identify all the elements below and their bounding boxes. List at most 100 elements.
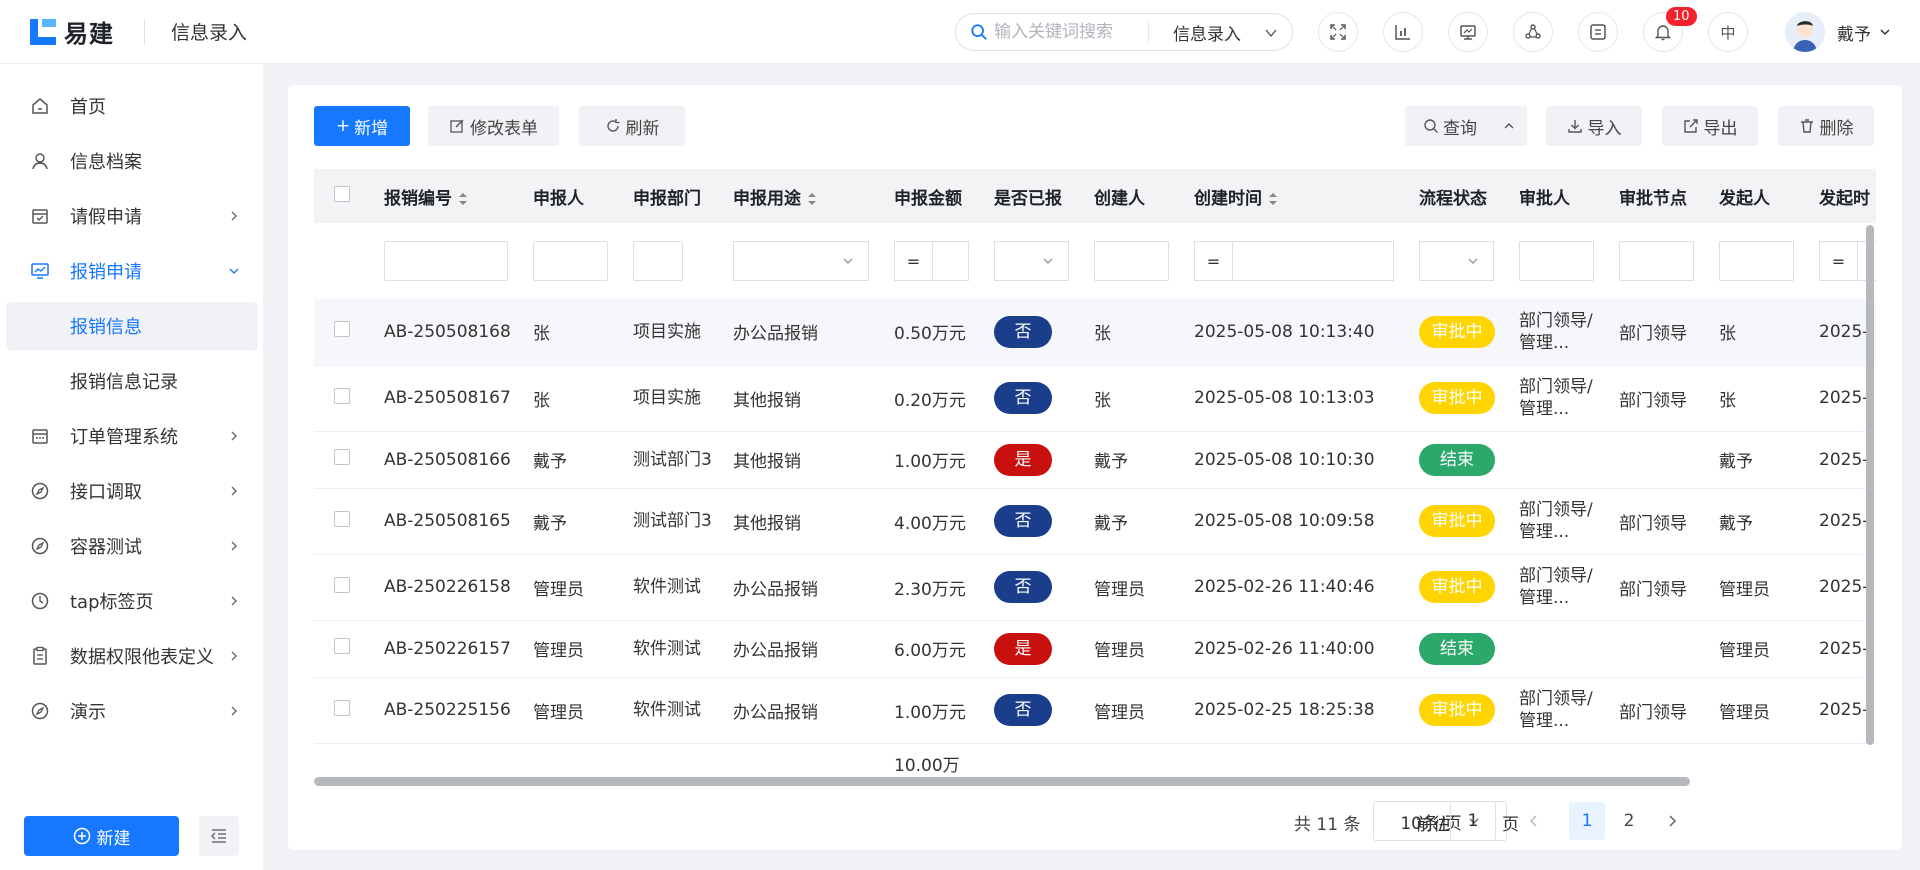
table-filter-row: = = =: [314, 223, 1876, 299]
row-checkbox[interactable]: [334, 321, 350, 338]
total-count: 共 11 条: [1294, 815, 1361, 835]
collapse-sidebar-button[interactable]: [199, 816, 239, 856]
operator-eq[interactable]: =: [1820, 242, 1858, 280]
cell-purpose-text: 其他报销: [733, 452, 801, 472]
table-row[interactable]: AB-250508168 张 项目实施 办公品报销 0.50万元 否 张 2025-05-08…: [314, 299, 1876, 365]
sidebar-new-button[interactable]: 新建: [24, 816, 179, 856]
sort-icon[interactable]: [1268, 192, 1278, 206]
user-menu[interactable]: 戴予: [1785, 12, 1891, 52]
table-row[interactable]: AB-250508165 戴予 测试部门3 其他报销 4.00万元 否 戴予 2025-05-…: [314, 488, 1876, 554]
row-select-cell: [314, 743, 374, 781]
form-list-icon[interactable]: [1578, 12, 1618, 52]
edit-form-button[interactable]: 修改表单: [428, 106, 559, 146]
filter-status-select[interactable]: [1419, 241, 1494, 281]
horizontal-scrollbar[interactable]: [314, 777, 1690, 786]
avatar: [1785, 12, 1825, 52]
monitor-icon[interactable]: [1448, 12, 1488, 52]
col-header-label: 报销编号: [384, 188, 452, 209]
filter-purpose-select[interactable]: [733, 241, 869, 281]
row-checkbox[interactable]: [334, 387, 350, 404]
filter-dept-input[interactable]: [633, 241, 683, 281]
filter-created[interactable]: =: [1194, 241, 1394, 281]
filter-initiator-input[interactable]: [1719, 241, 1794, 281]
table-row[interactable]: AB-250225156 管理员 软件测试 办公品报销 1.00万元 否 管理员 2025-0…: [314, 677, 1876, 743]
filter-applicant-input[interactable]: [533, 241, 608, 281]
select-all-checkbox[interactable]: [334, 185, 350, 202]
row-checkbox[interactable]: [334, 576, 350, 593]
operator-eq[interactable]: =: [895, 242, 933, 280]
sidebar-subitem-reimbursement-records[interactable]: 报销信息记录: [6, 357, 258, 405]
prev-page-icon[interactable]: [1528, 814, 1540, 828]
sidebar-item-api[interactable]: 接口调取: [0, 467, 263, 515]
operator-eq[interactable]: =: [1195, 242, 1233, 280]
refresh-button[interactable]: 刷新: [579, 106, 685, 146]
sidebar-item-container-test[interactable]: 容器测试: [0, 522, 263, 570]
filter-approver-input[interactable]: [1519, 241, 1594, 281]
sidebar-item-profile[interactable]: 信息档案: [0, 137, 263, 185]
status-badge: 审批中: [1419, 694, 1495, 726]
search-input[interactable]: [994, 22, 1134, 42]
cell-reported: 否: [984, 677, 1084, 743]
row-checkbox[interactable]: [334, 449, 350, 465]
vertical-scrollbar[interactable]: [1866, 225, 1874, 745]
cell-id-text: AB-250508167: [384, 388, 511, 408]
row-checkbox[interactable]: [334, 699, 350, 716]
sidebar-item-demo[interactable]: 演示: [0, 687, 263, 735]
cell-applicant: 管理员: [523, 620, 623, 677]
goto-page-input[interactable]: 1: [1450, 801, 1496, 841]
page-button-2[interactable]: 2: [1611, 802, 1647, 840]
sidebar-item-data-permission[interactable]: 数据权限他表定义: [0, 632, 263, 680]
col-header-id[interactable]: 报销编号: [374, 169, 523, 223]
filter-id-input[interactable]: [384, 241, 508, 281]
col-header-purpose[interactable]: 申报用途: [723, 169, 884, 223]
recycle-icon[interactable]: [1513, 12, 1553, 52]
sidebar-item-leave[interactable]: 请假申请: [0, 192, 263, 240]
cell-purpose: 其他报销: [723, 488, 884, 554]
table-row[interactable]: 10.00万: [314, 743, 1876, 781]
col-header-created[interactable]: 创建时间: [1184, 169, 1409, 223]
cell-applicant-text: 戴予: [533, 513, 567, 534]
notification-bell[interactable]: 10: [1643, 7, 1697, 52]
page-button-1[interactable]: 1: [1569, 802, 1605, 840]
table-row[interactable]: AB-250226158 管理员 软件测试 办公品报销 2.30万元 否 管理员 2025-0…: [314, 554, 1876, 620]
row-checkbox[interactable]: [334, 510, 350, 527]
language-switch[interactable]: 中: [1708, 12, 1748, 52]
sort-icon[interactable]: [807, 192, 817, 206]
col-header-reported: 是否已报: [994, 188, 1062, 209]
filter-creator-input[interactable]: [1094, 241, 1169, 281]
sidebar-item-orders[interactable]: 订单管理系统: [0, 412, 263, 460]
cell-approver-text: 部门领导/管理...: [1519, 689, 1593, 731]
pagination: 共 11 条 10条/页 1 2 前往 1 页: [288, 799, 1902, 843]
global-search[interactable]: 信息录入: [955, 13, 1293, 51]
logo-text: 易建: [64, 20, 114, 48]
cell-node: 部门领导: [1609, 365, 1709, 431]
export-button[interactable]: 导出: [1662, 106, 1758, 146]
sidebar-item-tap-tabs[interactable]: tap标签页: [0, 577, 263, 625]
import-button[interactable]: 导入: [1546, 106, 1642, 146]
filter-reported-select[interactable]: [994, 241, 1069, 281]
search-scope-select[interactable]: 信息录入: [1173, 20, 1241, 45]
sort-icon[interactable]: [458, 192, 468, 206]
row-checkbox[interactable]: [334, 638, 350, 654]
chevron-up-icon[interactable]: [1503, 120, 1515, 132]
next-page-icon[interactable]: [1666, 814, 1678, 828]
cell-reported: 否: [984, 365, 1084, 431]
fullscreen-icon[interactable]: [1318, 12, 1358, 52]
chart-icon[interactable]: [1383, 12, 1423, 52]
cell-initiator: 张: [1709, 299, 1809, 365]
goto-label: 前往: [1416, 815, 1450, 835]
table-row[interactable]: AB-250226157 管理员 软件测试 办公品报销 6.00万元 是 管理员 2025-0…: [314, 620, 1876, 677]
data-table: 报销编号 申报人 申报部门 申报用途 申报金额 是否已报 创建人 创建时间 流程…: [314, 169, 1876, 781]
filter-amount[interactable]: =: [894, 241, 969, 281]
query-button[interactable]: 查询: [1405, 106, 1527, 146]
table-row[interactable]: AB-250508166 戴予 测试部门3 其他报销 1.00万元 是 戴予 2025-05-…: [314, 431, 1876, 488]
sidebar-item-reimbursement[interactable]: 报销申请: [0, 247, 263, 295]
sidebar-item-home[interactable]: 首页: [0, 82, 263, 130]
sidebar-subitem-reimbursement-info[interactable]: 报销信息: [6, 302, 258, 350]
add-button[interactable]: + 新增: [314, 106, 410, 146]
cell-status: 结束: [1409, 431, 1509, 488]
filter-node-input[interactable]: [1619, 241, 1694, 281]
table-row[interactable]: AB-250508167 张 项目实施 其他报销 0.20万元 否 张 2025-05-08 …: [314, 365, 1876, 431]
delete-button[interactable]: 删除: [1778, 106, 1874, 146]
logo[interactable]: 易建: [30, 14, 114, 49]
